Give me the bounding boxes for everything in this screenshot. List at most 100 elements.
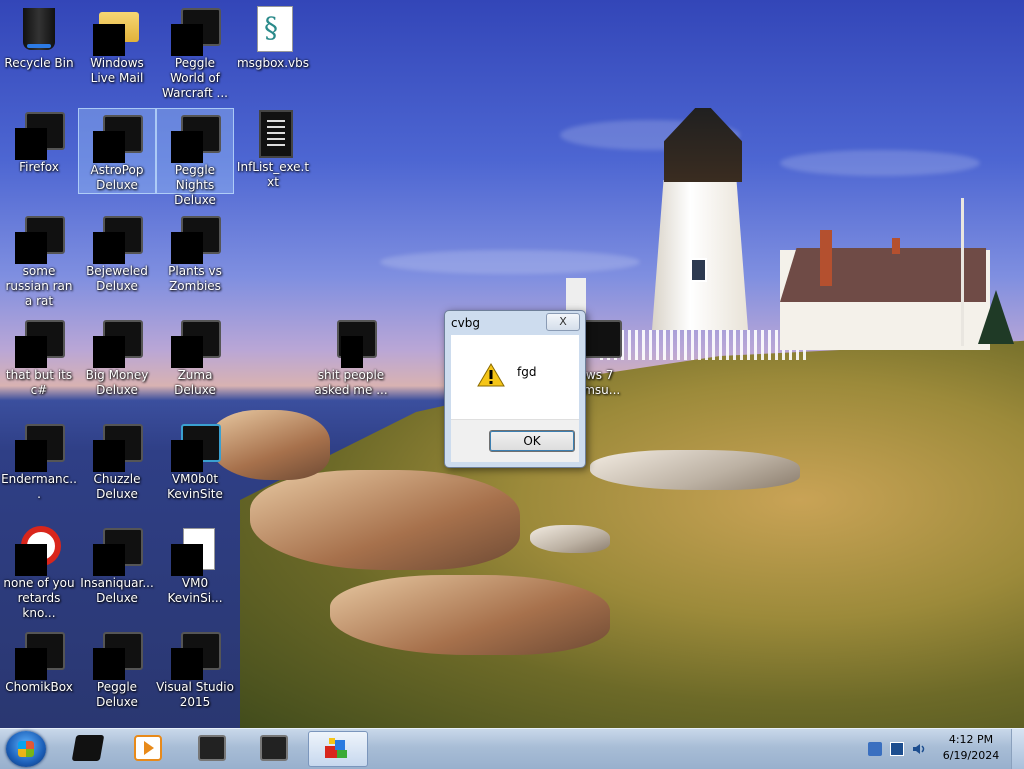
icon-label: VM0b0t KevinSite (167, 472, 223, 501)
desktop-icon-firefox[interactable]: Firefox (0, 106, 78, 175)
clock[interactable]: 4:12 PM 6/19/2024 (936, 732, 1006, 764)
app-icon (93, 422, 143, 472)
rock (590, 450, 800, 490)
desktop-icon-peggle-deluxe[interactable]: Peggle Deluxe (78, 626, 156, 710)
icon-label: msgbox.vbs (236, 56, 310, 70)
volume-icon[interactable] (912, 742, 926, 756)
network-icon[interactable] (890, 742, 904, 756)
desktop-icon-astropop[interactable]: AstroPop Deluxe (78, 108, 156, 194)
app-icon (93, 6, 141, 56)
lighthouse-lantern (664, 108, 742, 182)
app-icon (93, 630, 143, 680)
chimney (820, 230, 832, 286)
clock-time: 4:12 PM (948, 733, 994, 746)
lighthouse (652, 180, 748, 330)
house-roof (780, 248, 986, 302)
close-button[interactable]: X (546, 313, 580, 331)
app-icon (171, 422, 221, 472)
recycle-bin-icon (23, 8, 55, 50)
icon-label: Peggle World of Warcraft ... (162, 56, 228, 100)
app-icon (15, 318, 65, 368)
taskbar-button-script-host[interactable] (308, 731, 368, 767)
app-icon (15, 110, 65, 160)
cloud (380, 250, 640, 274)
desktop-icon-c-sharp[interactable]: that but its c# (0, 314, 78, 398)
icon-label: Bejeweled Deluxe (86, 264, 148, 293)
taskbar-button-media-player[interactable] (120, 731, 180, 767)
ok-button[interactable]: OK (489, 430, 575, 452)
explorer-taskbar-icon (71, 735, 105, 761)
desktop-icon-shit-people-asked[interactable]: shit people asked me ... (312, 314, 390, 398)
app-icon (171, 630, 221, 680)
desktop-icon-peggle-nights[interactable]: Peggle Nights Deluxe (156, 108, 234, 207)
desktop-icon-visual-studio[interactable]: Visual Studio 2015 (156, 626, 234, 710)
cloud (780, 150, 980, 176)
icon-label: Plants vs Zombies (168, 264, 222, 293)
dialog-body: fgd (451, 335, 579, 419)
icon-label: none of you retards kno... (3, 576, 75, 620)
desktop-icon-inflist-txt[interactable]: InfList_exe.txt (234, 106, 312, 190)
rock (330, 575, 610, 655)
fence (600, 330, 810, 360)
desktop-icon-endermanch[interactable]: Endermanc... (0, 418, 78, 502)
desktop-icon-none-of-you[interactable]: none of you retards kno... (0, 522, 78, 621)
icon-label: Big Money Deluxe (85, 368, 149, 397)
app-icon (15, 214, 65, 264)
icon-label: that but its c# (5, 368, 73, 397)
app-icon (171, 6, 221, 56)
app-icon (171, 318, 221, 368)
desktop-icon-msgbox-vbs[interactable]: msgbox.vbs (234, 2, 312, 71)
start-button[interactable] (6, 731, 46, 767)
desktop-icon-big-money[interactable]: Big Money Deluxe (78, 314, 156, 398)
small-tower (566, 278, 586, 314)
icon-label: shit people asked me ... (314, 368, 388, 397)
app-taskbar-icon-2 (260, 735, 288, 761)
media-player-taskbar-icon (134, 735, 162, 761)
desktop[interactable]: Recycle Bin Firefox some russian ran a r… (0, 0, 1024, 728)
app-icon (327, 318, 377, 368)
icon-label: Endermanc... (1, 472, 77, 501)
icon-label: Zuma Deluxe (174, 368, 216, 397)
chimney (892, 238, 900, 254)
icon-label: ChomikBox (5, 680, 73, 694)
text-file-icon (259, 110, 293, 158)
desktop-icon-chomikbox[interactable]: ChomikBox (0, 626, 78, 695)
show-desktop-button[interactable] (1011, 729, 1024, 769)
notification-icon[interactable] (868, 742, 882, 756)
desktop-icon-windows-live-mail[interactable]: Windows Live Mail (78, 2, 156, 86)
app-icon (15, 526, 63, 576)
taskbar: 4:12 PM 6/19/2024 (0, 728, 1024, 769)
dialog-message: fgd (517, 365, 537, 379)
desktop-icon-russian-rat[interactable]: some russian ran a rat (0, 210, 78, 309)
warning-icon (477, 363, 505, 387)
app-taskbar-icon-1 (198, 735, 226, 761)
desktop-icon-recycle-bin[interactable]: Recycle Bin (0, 2, 78, 71)
app-icon (93, 113, 143, 163)
icon-label: Recycle Bin (4, 56, 74, 70)
app-icon (171, 113, 221, 163)
desktop-icon-peggle-wow[interactable]: Peggle World of Warcraft ... (156, 2, 234, 101)
icon-label: some russian ran a rat (5, 264, 73, 308)
desktop-icon-plants-vs-zombies[interactable]: Plants vs Zombies (156, 210, 234, 294)
icon-label: Chuzzle Deluxe (93, 472, 141, 501)
script-file-icon (257, 6, 293, 52)
app-icon (15, 630, 65, 680)
desktop-icon-zuma[interactable]: Zuma Deluxe (156, 314, 234, 398)
rock (250, 470, 520, 570)
desktop-icon-vm0b0t[interactable]: VM0b0t KevinSite (156, 418, 234, 502)
app-icon (93, 526, 143, 576)
desktop-icon-insaniquarium[interactable]: Insaniquar... Deluxe (78, 522, 156, 606)
app-icon (93, 318, 143, 368)
script-host-taskbar-icon (323, 736, 351, 762)
rock (530, 525, 610, 553)
desktop-icon-vm0-kevinsite[interactable]: VM0 KevinSi... (156, 522, 234, 606)
message-box[interactable]: cvbg X fgd OK (444, 310, 586, 468)
icon-label: InfList_exe.txt (236, 160, 310, 189)
desktop-icon-chuzzle[interactable]: Chuzzle Deluxe (78, 418, 156, 502)
taskbar-button-app-1[interactable] (184, 731, 244, 767)
icon-label: Insaniquar... Deluxe (80, 576, 154, 605)
taskbar-button-explorer[interactable] (60, 731, 120, 767)
taskbar-button-app-2[interactable] (246, 731, 306, 767)
desktop-icon-bejeweled[interactable]: Bejeweled Deluxe (78, 210, 156, 294)
icon-label: Peggle Deluxe (96, 680, 138, 709)
